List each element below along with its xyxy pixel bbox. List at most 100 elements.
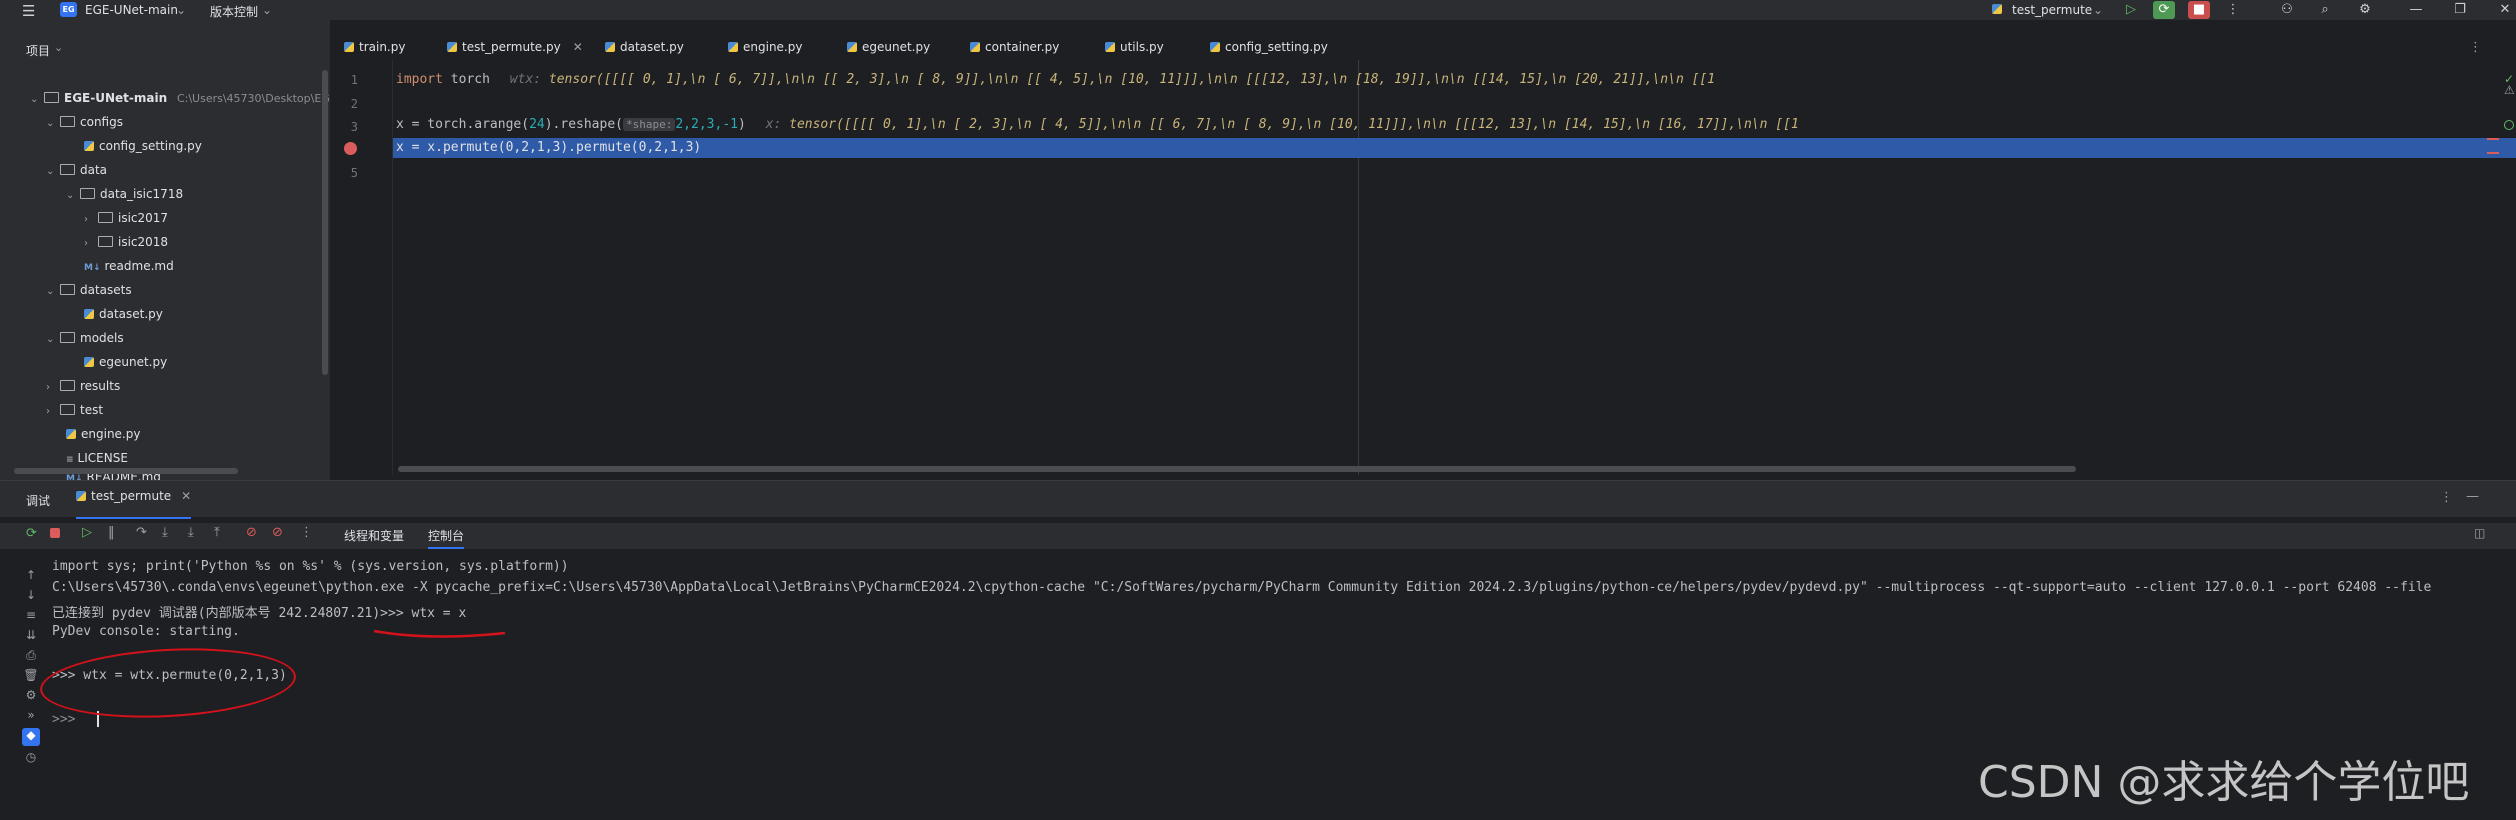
more-icon[interactable]: ⋮ xyxy=(2440,490,2453,505)
tree-item-label: configs xyxy=(80,115,123,129)
chevron-down-icon[interactable]: ⌄ xyxy=(30,88,44,112)
more-icon[interactable]: ⋮ xyxy=(300,525,313,540)
minimize-icon[interactable]: — xyxy=(2405,1,2427,19)
code-editor[interactable]: 1 2 3 5 import torch wtx: tensor([[[[ 0,… xyxy=(330,60,2516,480)
tab-egeunet[interactable]: egeunet.py xyxy=(847,40,930,62)
stop-icon[interactable]: ■ xyxy=(2188,1,2210,19)
code-line-4[interactable]: x = x.permute(0,2,1,3).permute(0,2,1,3) xyxy=(396,140,701,155)
tab-config-setting[interactable]: config_setting.py xyxy=(1210,40,1328,62)
tree-item-license[interactable]: ≡ LICENSE xyxy=(66,446,128,470)
step-over-icon[interactable]: ↷ xyxy=(136,525,147,540)
project-panel-title[interactable]: 项目 xyxy=(26,42,50,59)
analysis-icon[interactable] xyxy=(2504,120,2514,130)
step-into-icon[interactable]: ⤓ xyxy=(162,525,168,540)
stop-icon[interactable] xyxy=(50,528,60,538)
pause-icon[interactable]: ‖ xyxy=(108,525,115,540)
tab-container[interactable]: container.py xyxy=(970,40,1059,62)
more-icon[interactable]: ⋮ xyxy=(2222,1,2244,19)
hide-panel-icon[interactable]: — xyxy=(2466,489,2479,504)
resume-icon[interactable]: ▷ xyxy=(82,525,92,540)
code-line-1[interactable]: import torch wtx: tensor([[[[ 0, 1],\n [… xyxy=(396,72,1715,87)
scroll-to-end-icon[interactable]: ⇊ xyxy=(22,628,40,646)
python-console-icon[interactable]: ◆ xyxy=(22,728,40,746)
close-icon[interactable]: ✕ xyxy=(2494,1,2516,19)
tab-dataset[interactable]: dataset.py xyxy=(605,40,684,62)
tab-train[interactable]: train.py xyxy=(344,40,405,62)
tab-engine[interactable]: engine.py xyxy=(728,40,802,62)
gear-icon[interactable]: ⚙ xyxy=(2354,1,2376,19)
soft-wrap-icon[interactable]: ≡ xyxy=(22,608,40,626)
history-icon[interactable]: ◷ xyxy=(22,750,40,768)
breakpoint-icon[interactable] xyxy=(344,142,357,155)
main-menu-icon[interactable]: ☰ xyxy=(22,2,35,20)
chevron-right-icon[interactable]: › xyxy=(46,376,60,400)
restore-icon[interactable]: ❐ xyxy=(2449,1,2471,19)
tree-item-label: models xyxy=(80,331,124,345)
more-icon[interactable]: » xyxy=(22,708,40,726)
tree-item-data[interactable]: ⌄ data xyxy=(46,158,107,182)
debug-session-tab[interactable]: test_permute ✕ xyxy=(76,489,192,519)
tree-root[interactable]: ⌄ EGE-UNet-main C:\Users\45730\Desktop\EG xyxy=(30,86,330,110)
chevron-right-icon[interactable]: › xyxy=(84,232,98,256)
tree-item-configs[interactable]: ⌄ configs xyxy=(46,110,123,134)
run-config-selector[interactable]: test_permute xyxy=(2012,3,2092,17)
chevron-down-icon[interactable]: ⌄ xyxy=(46,160,60,184)
tree-item-engine-py[interactable]: engine.py xyxy=(66,422,140,446)
code-line-3[interactable]: x = torch.arange(24).reshape(*shape: 2,2,… xyxy=(396,117,1799,132)
more-tabs-icon[interactable]: ⋮ xyxy=(2469,40,2482,55)
editor-hscrollbar[interactable] xyxy=(398,466,2076,472)
close-icon[interactable]: ✕ xyxy=(573,40,583,54)
settings-icon[interactable]: ⚙ xyxy=(22,688,40,706)
tab-threads-variables[interactable]: 线程和变量 xyxy=(344,527,404,544)
chevron-down-icon[interactable]: ⌄ xyxy=(262,3,272,17)
folder-icon xyxy=(60,380,75,391)
chevron-down-icon[interactable]: ⌄ xyxy=(2093,3,2103,17)
tree-item-readme[interactable]: M↓ readme.md xyxy=(84,254,174,278)
project-badge-icon[interactable]: EG xyxy=(60,2,77,17)
chevron-right-icon[interactable]: › xyxy=(46,400,60,424)
chevron-right-icon[interactable]: › xyxy=(84,208,98,232)
rerun-debug-icon[interactable]: ⟳ xyxy=(2153,1,2175,19)
tree-item-test[interactable]: › test xyxy=(46,398,103,422)
tree-item-isic2017[interactable]: › isic2017 xyxy=(84,206,168,230)
tree-item-isic2018[interactable]: › isic2018 xyxy=(84,230,168,254)
view-breakpoints-icon[interactable]: ⊘ xyxy=(246,525,257,540)
print-icon[interactable]: ⎙ xyxy=(22,648,40,666)
tree-item-label: isic2018 xyxy=(118,235,169,249)
tab-console[interactable]: 控制台 xyxy=(428,527,465,549)
vcs-menu[interactable]: 版本控制 xyxy=(210,3,258,20)
tree-item-data-isic1718[interactable]: ⌄ data_isic1718 xyxy=(66,182,183,206)
step-out-icon[interactable]: ⤒ xyxy=(214,525,220,540)
project-name[interactable]: EGE-UNet-main xyxy=(85,3,178,17)
chevron-down-icon[interactable]: ⌄ xyxy=(54,41,63,54)
tree-item-datasets[interactable]: ⌄ datasets xyxy=(46,278,132,302)
error-stripe-mark[interactable] xyxy=(2487,152,2499,154)
close-icon[interactable]: ✕ xyxy=(181,489,191,503)
chevron-down-icon[interactable]: ⌄ xyxy=(46,112,60,136)
project-panel-scrollbar[interactable] xyxy=(322,70,328,375)
chevron-down-icon[interactable]: ⌄ xyxy=(46,280,60,304)
tab-utils[interactable]: utils.py xyxy=(1105,40,1164,62)
arrow-down-icon[interactable]: ↓ xyxy=(22,588,40,606)
arrow-up-icon[interactable]: ↑ xyxy=(22,568,40,586)
add-user-icon[interactable]: ⚇ xyxy=(2276,1,2298,19)
rerun-icon[interactable]: ⟳ xyxy=(26,526,37,541)
project-panel-hscrollbar[interactable] xyxy=(14,468,238,474)
tree-item-results[interactable]: › results xyxy=(46,374,120,398)
error-stripe-mark[interactable] xyxy=(2487,138,2499,140)
chevron-down-icon[interactable]: ⌄ xyxy=(46,328,60,352)
tree-item-config-setting[interactable]: config_setting.py xyxy=(84,134,202,158)
tree-item-egeunet-py[interactable]: egeunet.py xyxy=(84,350,167,374)
tree-item-models[interactable]: ⌄ models xyxy=(46,326,124,350)
red-circle-annotation xyxy=(38,642,298,724)
search-icon[interactable]: ⌕ xyxy=(2314,1,2336,19)
layout-icon[interactable]: ◫ xyxy=(2474,526,2485,540)
chevron-down-icon[interactable]: ⌄ xyxy=(66,184,80,208)
trash-icon[interactable]: 🗑 xyxy=(22,668,40,686)
tree-item-dataset-py[interactable]: dataset.py xyxy=(84,302,163,326)
mute-breakpoints-icon[interactable]: ⊘ xyxy=(272,525,283,540)
chevron-down-icon[interactable]: ⌄ xyxy=(176,3,186,17)
run-icon[interactable]: ▷ xyxy=(2120,1,2142,19)
step-into-my-code-icon[interactable]: ⤓ xyxy=(188,525,194,540)
check-icon[interactable]: ✓ xyxy=(2504,72,2514,86)
